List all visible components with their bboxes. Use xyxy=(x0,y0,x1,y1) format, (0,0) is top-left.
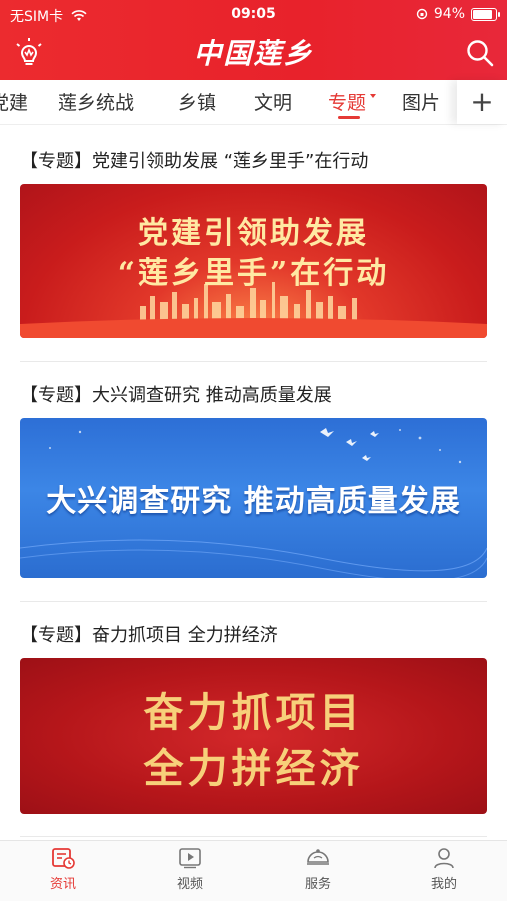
tab-tupian[interactable]: 图片 xyxy=(402,88,440,115)
nav-profile[interactable]: 我的 xyxy=(404,847,484,892)
tab-dangjian[interactable]: 党建 xyxy=(0,88,28,115)
tab-wenming[interactable]: 文明 xyxy=(254,88,292,115)
status-right: 94% xyxy=(416,6,500,22)
banner-subheadline: 全力拼经济 xyxy=(143,746,364,792)
profile-icon xyxy=(434,848,454,869)
nav-video-label: 视频 xyxy=(176,877,203,892)
dropdown-caret-icon xyxy=(370,94,377,98)
nav-news-label: 资讯 xyxy=(49,877,76,892)
feed-divider xyxy=(20,601,487,602)
category-tabs: 党建 莲乡统战 乡镇 文明 专题 图片 + xyxy=(0,80,507,125)
video-icon xyxy=(179,848,201,869)
feed-item-title[interactable]: 【专题】大兴调查研究 推动高质量发展 xyxy=(20,381,332,407)
battery-percent: 94% xyxy=(433,6,465,22)
nav-service[interactable]: 服务 xyxy=(278,847,358,892)
tab-xiangzhen[interactable]: 乡镇 xyxy=(178,88,216,115)
feed-divider xyxy=(20,836,487,837)
bottom-nav: 资讯 视频 服务 我的 xyxy=(0,840,507,901)
battery-fill xyxy=(473,9,492,19)
banner-headline: 奋力抓项目 xyxy=(143,690,364,736)
banner-headline: 大兴调查研究 推动高质量发展 xyxy=(46,484,461,519)
nav-service-label: 服务 xyxy=(304,877,331,892)
banner-subheadline: “莲乡里手”在行动 xyxy=(117,256,390,291)
app-logo: 中国莲乡 xyxy=(193,37,314,70)
feed-item-banner[interactable]: 党建引领助发展 “莲乡里手”在行动 xyxy=(20,184,487,338)
service-icon xyxy=(307,849,329,865)
status-bar: 无SIM卡 09:05 94% xyxy=(0,0,507,28)
feed-item-banner[interactable]: 奋力抓项目 全力拼经济 xyxy=(20,658,487,814)
banner-headline: 党建引领助发展 xyxy=(138,216,369,251)
tab-lianxiang-tongzhan[interactable]: 莲乡统战 xyxy=(58,88,134,115)
feed-item-title[interactable]: 【专题】党建引领助发展 “莲乡里手”在行动 xyxy=(20,147,368,173)
news-icon xyxy=(52,848,75,869)
tab-zhuanti-label: 专题 xyxy=(328,92,367,114)
add-channel-button[interactable]: + xyxy=(457,80,507,124)
nav-profile-label: 我的 xyxy=(430,877,457,892)
orientation-lock-icon xyxy=(416,8,428,20)
feed-item-title[interactable]: 【专题】奋力抓项目 全力拼经济 xyxy=(20,621,278,647)
search-icon[interactable] xyxy=(465,38,495,68)
active-tab-indicator xyxy=(338,116,360,119)
battery-icon xyxy=(471,7,500,21)
tab-zhuanti[interactable]: 专题 xyxy=(328,88,377,115)
feed-item-banner[interactable]: 大兴调查研究 推动高质量发展 xyxy=(20,418,487,578)
app-header: 无SIM卡 09:05 94% 中国莲乡 xyxy=(0,0,507,80)
feed-divider xyxy=(20,361,487,362)
nav-news[interactable]: 资讯 xyxy=(23,847,103,892)
nav-video[interactable]: 视频 xyxy=(150,847,230,892)
